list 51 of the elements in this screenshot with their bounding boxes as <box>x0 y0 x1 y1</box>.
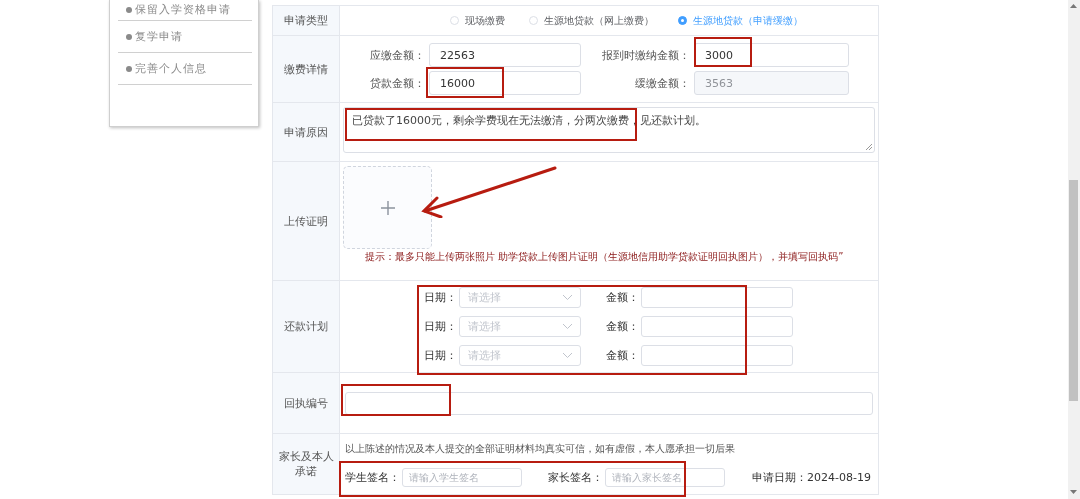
input-field[interactable]: 3000 <box>694 43 849 67</box>
chevron-down-icon <box>563 324 572 329</box>
chevron-down-icon <box>563 353 572 358</box>
scroll-up-icon[interactable] <box>1070 4 1077 8</box>
sidebar-item[interactable]: 复学申请 <box>135 29 183 44</box>
row-label: 回执编号 <box>273 373 340 433</box>
field-label: 日期： <box>423 290 457 305</box>
field-label: 日期： <box>423 319 457 334</box>
scrollbar-track[interactable] <box>1068 0 1080 499</box>
signature-input[interactable]: 请输入家长签名 <box>605 468 725 487</box>
bullet-icon <box>126 33 132 40</box>
field-label: 贷款金额： <box>369 75 425 91</box>
row-label: 缴费详情 <box>273 36 340 102</box>
input-field[interactable]: 22563 <box>429 43 581 67</box>
radio-option[interactable]: 现场缴费 <box>450 13 505 28</box>
field-label: 金额： <box>605 290 639 305</box>
amount-input[interactable] <box>641 345 793 366</box>
plus-icon <box>380 200 395 215</box>
sidebar-item[interactable]: 完善个人信息 <box>135 61 207 76</box>
application-date: 申请日期：2024-08-19 <box>752 470 871 485</box>
hint-text: 提示：最多只能上传两张照片 助学贷款上传图片证明（生源地信用助学贷款证明回执图片），并填写回执码” <box>364 251 845 263</box>
row-label: 家长及本人承诺 <box>273 434 340 494</box>
chevron-down-icon <box>563 295 572 300</box>
radio-option[interactable]: 生源地贷款（申请缓缴） <box>678 13 803 28</box>
field-label: 日期： <box>423 348 457 363</box>
pledge-statement: 以上陈述的情况及本人提交的全部证明材料均真实可信，如有虚假，本人愿承担一切后果 <box>345 442 736 456</box>
field-label: 缓缴金额： <box>634 75 690 91</box>
field-label: 金额： <box>605 348 639 363</box>
amount-input[interactable] <box>641 287 793 308</box>
amount-input[interactable] <box>641 316 793 337</box>
scroll-down-icon[interactable] <box>1070 490 1077 494</box>
field-label: 家长签名： <box>548 470 603 485</box>
sidebar-item[interactable]: 保留入学资格申请 <box>135 2 231 17</box>
input-field[interactable]: 16000 <box>429 71 581 95</box>
field-label: 金额： <box>605 319 639 334</box>
row-label: 上传证明 <box>273 162 340 280</box>
field-label: 学生签名： <box>345 470 400 485</box>
radio-option[interactable]: 生源地贷款（网上缴费） <box>529 13 654 28</box>
scrollbar-thumb[interactable] <box>1069 180 1078 401</box>
field-label: 应缴金额： <box>369 47 425 63</box>
row-label: 申请原因 <box>273 103 340 161</box>
field-label: 报到时缴纳金额： <box>601 47 690 63</box>
receipt-input[interactable] <box>345 391 873 415</box>
row-label: 还款计划 <box>273 281 340 372</box>
upload-box[interactable] <box>343 166 432 249</box>
resize-grip-icon <box>866 144 872 150</box>
signature-input[interactable]: 请输入学生签名 <box>402 468 522 487</box>
reason-textarea[interactable]: 已贷款了16000元，剩余学费现在无法缴清，分两次缴费，见还款计划。 <box>343 107 875 153</box>
row-label: 申请类型 <box>273 6 340 35</box>
bullet-icon <box>126 6 132 13</box>
bullet-icon <box>126 65 132 72</box>
